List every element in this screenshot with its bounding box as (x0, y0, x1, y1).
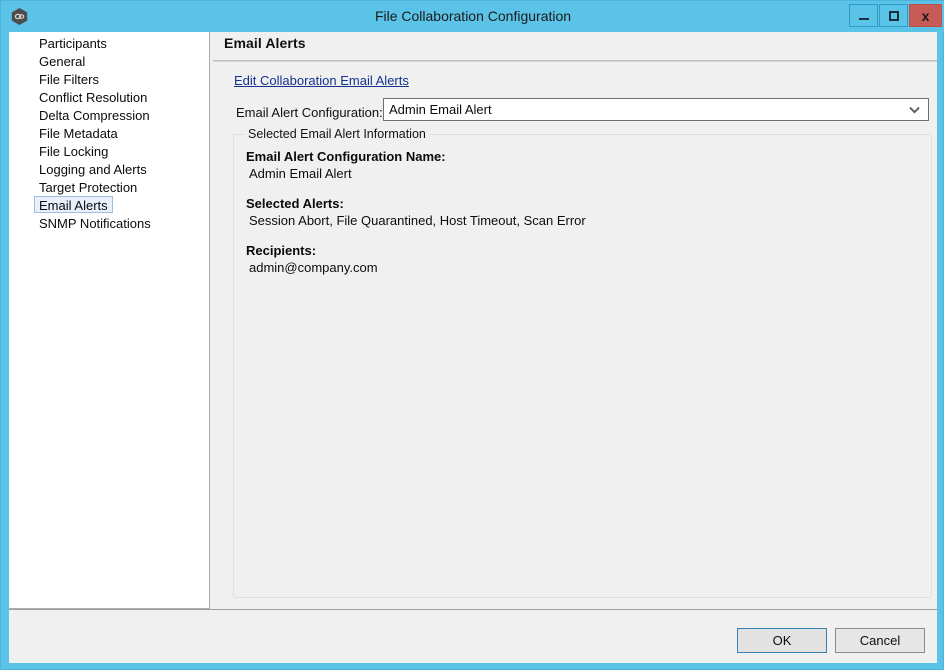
sidebar-item-logging-and-alerts[interactable]: Logging and Alerts (34, 160, 152, 177)
dialog-footer: OK Cancel (9, 610, 937, 663)
info-block-configuration-name: Email Alert Configuration Name: Admin Em… (246, 149, 446, 181)
group-legend: Selected Email Alert Information (244, 127, 430, 141)
window-title: File Collaboration Configuration (374, 8, 572, 24)
sidebar-item-delta-compression-row: Delta Compression (9, 106, 209, 124)
close-button[interactable]: x (909, 4, 942, 27)
email-alert-configuration-select[interactable]: Admin Email Alert (383, 98, 929, 121)
sidebar-item-general-row: General (9, 52, 209, 70)
page-title: Email Alerts (224, 35, 306, 51)
sidebar-item-email-alerts-row: Email Alerts (9, 196, 209, 214)
sidebar-item-participants[interactable]: Participants (34, 34, 112, 51)
selected-email-alert-information-group: Selected Email Alert Information Email A… (233, 127, 932, 598)
configuration-name-value: Admin Email Alert (249, 166, 352, 181)
sidebar-item-conflict-resolution-row: Conflict Resolution (9, 88, 209, 106)
info-block-recipients: Recipients: admin@company.com (246, 243, 378, 275)
configuration-name-label: Email Alert Configuration Name: (246, 149, 446, 164)
sidebar-item-file-locking-row: File Locking (9, 142, 209, 160)
sidebar-item-file-filters[interactable]: File Filters (34, 70, 104, 87)
sidebar-item-target-protection[interactable]: Target Protection (34, 178, 142, 195)
chevron-down-icon[interactable] (909, 99, 920, 120)
close-glyph: x (921, 7, 930, 24)
sidebar-item-file-metadata-row: File Metadata (9, 124, 209, 142)
ok-button[interactable]: OK (737, 628, 827, 653)
sidebar-item-delta-compression[interactable]: Delta Compression (34, 106, 155, 123)
edit-collaboration-email-alerts-link[interactable]: Edit Collaboration Email Alerts (234, 73, 409, 88)
email-alert-configuration-label: Email Alert Configuration: (236, 105, 383, 120)
sidebar-item-participants-row: Participants (9, 34, 209, 52)
title-bar[interactable]: File Collaboration Configuration x (1, 1, 944, 32)
cancel-button[interactable]: Cancel (835, 628, 925, 653)
settings-nav-list[interactable]: Participants General File Filters Confli… (9, 32, 210, 609)
settings-pane: Email Alerts Edit Collaboration Email Al… (213, 32, 937, 609)
sidebar-item-snmp-notifications-row: SNMP Notifications (9, 214, 209, 232)
sidebar-item-conflict-resolution[interactable]: Conflict Resolution (34, 88, 152, 105)
recipients-label: Recipients: (246, 243, 317, 258)
maximize-icon (880, 5, 907, 26)
sidebar-item-target-protection-row: Target Protection (9, 178, 209, 196)
sidebar-item-file-metadata[interactable]: File Metadata (34, 124, 123, 141)
sidebar-item-file-filters-row: File Filters (9, 70, 209, 88)
maximize-button[interactable] (879, 4, 908, 27)
email-alert-configuration-value: Admin Email Alert (389, 102, 492, 117)
minimize-icon (850, 5, 877, 26)
recipients-value: admin@company.com (249, 260, 378, 275)
info-block-selected-alerts: Selected Alerts: Session Abort, File Qua… (246, 196, 586, 228)
selected-alerts-value: Session Abort, File Quarantined, Host Ti… (249, 213, 586, 228)
sidebar-item-file-locking[interactable]: File Locking (34, 142, 113, 159)
settings-nav-items: Participants General File Filters Confli… (9, 34, 209, 232)
close-icon: x (910, 5, 941, 26)
dialog-window: File Collaboration Configuration x Parti… (0, 0, 944, 670)
sidebar-item-snmp-notifications[interactable]: SNMP Notifications (34, 214, 156, 231)
sidebar-item-general[interactable]: General (34, 52, 90, 69)
page-title-divider (213, 60, 937, 62)
minimize-button[interactable] (849, 4, 878, 27)
sidebar-item-email-alerts[interactable]: Email Alerts (34, 196, 113, 213)
dialog-client-area: Participants General File Filters Confli… (9, 32, 937, 663)
sidebar-item-logging-and-alerts-row: Logging and Alerts (9, 160, 209, 178)
selected-alerts-label: Selected Alerts: (246, 196, 344, 211)
